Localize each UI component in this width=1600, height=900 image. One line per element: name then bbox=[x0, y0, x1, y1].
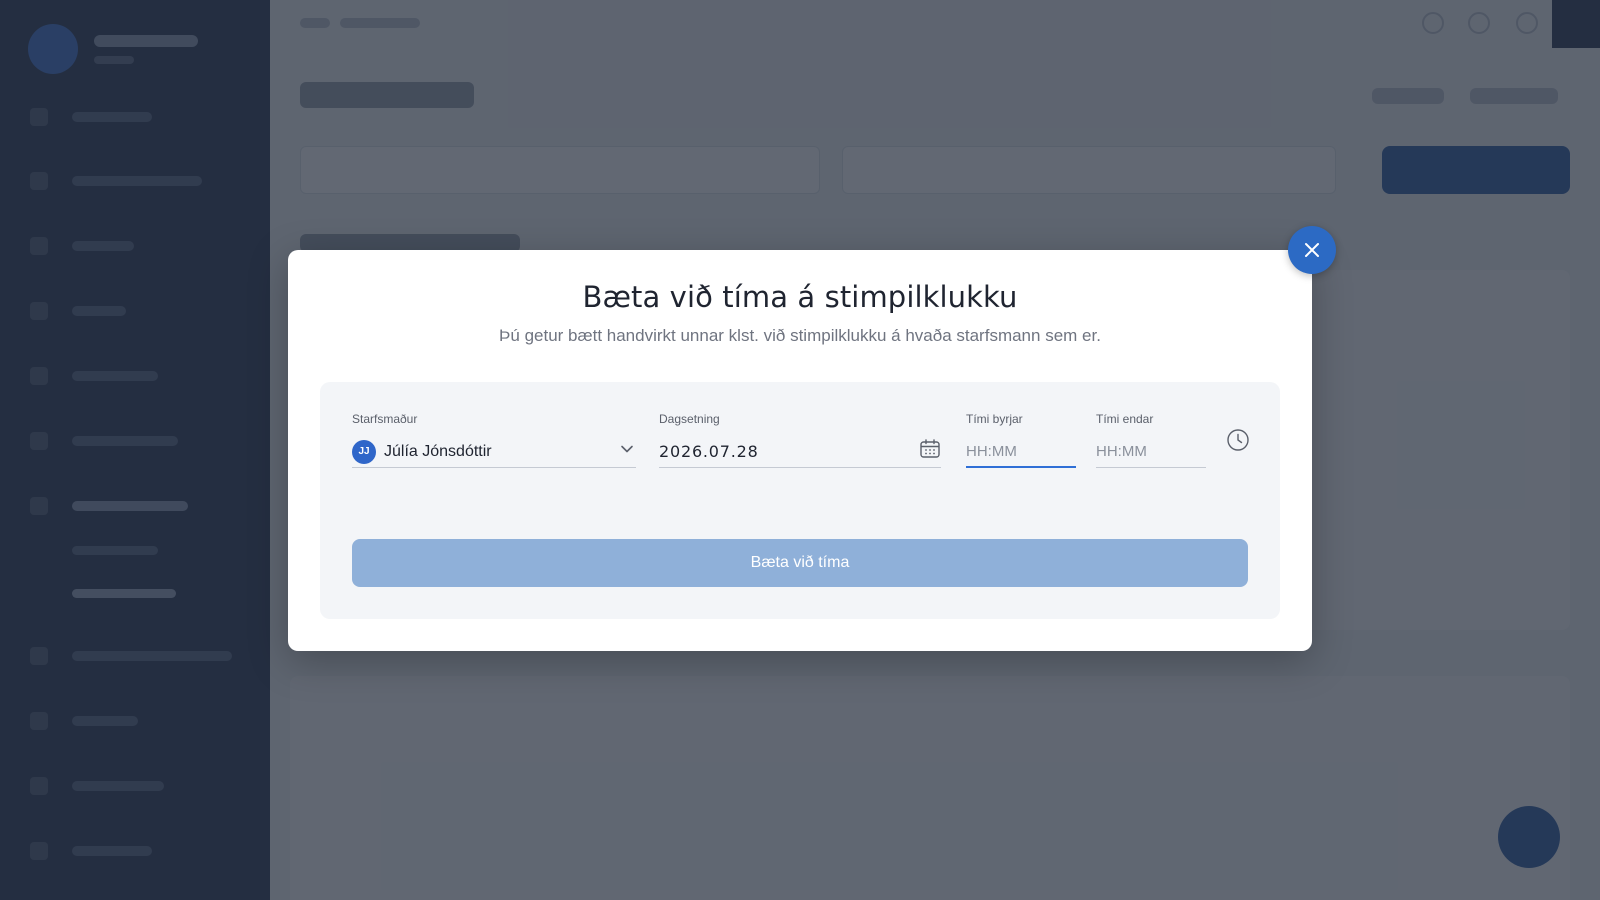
start-time-field[interactable]: Tími byrjar bbox=[966, 412, 1076, 468]
end-time-box[interactable] bbox=[1096, 436, 1206, 468]
modal-title: Bæta við tíma á stimpilklukku bbox=[582, 280, 1018, 314]
start-time-box[interactable] bbox=[966, 436, 1076, 468]
close-icon bbox=[1303, 241, 1321, 259]
calendar-icon[interactable] bbox=[919, 438, 941, 465]
end-time-input[interactable] bbox=[1096, 443, 1206, 460]
employee-field[interactable]: Starfsmaður JJ Júlía Jónsdóttir bbox=[352, 412, 636, 468]
start-time-input[interactable] bbox=[966, 442, 1076, 460]
employee-avatar: JJ bbox=[352, 439, 376, 464]
date-value: 2026.07.28 bbox=[659, 442, 759, 461]
submit-button[interactable]: Bæta við tíma bbox=[352, 539, 1248, 587]
form-panel: Starfsmaður JJ Júlía Jónsdóttir Dagsetni… bbox=[320, 382, 1280, 619]
end-time-field[interactable]: Tími endar bbox=[1096, 412, 1206, 468]
employee-label: Starfsmaður bbox=[352, 412, 418, 426]
chevron-down-icon[interactable] bbox=[620, 442, 634, 461]
close-button[interactable] bbox=[1288, 226, 1336, 274]
end-time-label: Tími endar bbox=[1096, 412, 1154, 426]
employee-select[interactable]: JJ Júlía Jónsdóttir bbox=[352, 436, 636, 468]
modal-subtitle: Þú getur bætt handvirkt unnar klst. við … bbox=[499, 326, 1101, 345]
employee-value: Júlía Jónsdóttir bbox=[384, 442, 492, 460]
date-label: Dagsetning bbox=[659, 412, 720, 426]
clock-icon[interactable] bbox=[1226, 428, 1250, 457]
add-time-modal: Bæta við tíma á stimpilklukku Þú getur b… bbox=[288, 250, 1312, 651]
date-field[interactable]: Dagsetning 2026.07.28 bbox=[659, 412, 941, 468]
date-input[interactable]: 2026.07.28 bbox=[659, 436, 941, 468]
start-time-label: Tími byrjar bbox=[966, 412, 1023, 426]
